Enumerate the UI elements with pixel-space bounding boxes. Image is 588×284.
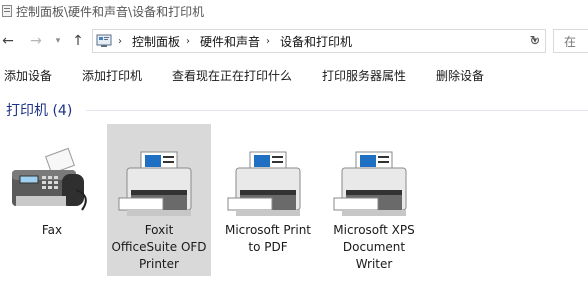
device-microsoft-xps-document-writer[interactable]: Microsoft XPS Document Writer	[322, 124, 426, 276]
printer-icon	[118, 151, 192, 216]
see-whats-printing-button[interactable]: 查看现在正在打印什么	[172, 67, 292, 84]
fax-icon	[12, 147, 87, 211]
add-printer-button[interactable]: 添加打印机	[82, 67, 142, 84]
breadcrumb-separator-icon[interactable]: ›	[186, 36, 190, 47]
breadcrumb-hardware-sound[interactable]: 硬件和声音	[200, 33, 260, 50]
command-bar: 添加设备 添加打印机 查看现在正在打印什么 打印服务器属性 删除设备	[0, 60, 588, 90]
address-bar[interactable]: › 控制面板 › 硬件和声音 › 设备和打印机 ▾	[92, 29, 546, 53]
printer-icon	[333, 151, 407, 216]
group-header-printers[interactable]: 打印机 (4)	[6, 100, 72, 120]
device-microsoft-print-to-pdf[interactable]: Microsoft Print to PDF	[216, 124, 320, 276]
search-input[interactable]: 在	[553, 29, 588, 53]
up-arrow-icon[interactable]: ↑	[70, 31, 86, 51]
group-divider	[86, 110, 588, 111]
breadcrumb-control-panel[interactable]: 控制面板	[132, 33, 180, 50]
printer-icon	[227, 151, 301, 216]
breadcrumb-separator-icon[interactable]: ›	[118, 36, 122, 47]
forward-arrow-icon[interactable]: →	[28, 31, 44, 51]
device-fax[interactable]: Fax	[0, 124, 104, 276]
device-label: Microsoft XPS Document Writer	[333, 223, 415, 271]
device-label: Microsoft Print to PDF	[224, 223, 312, 254]
recent-locations-chevron-icon[interactable]: ▾	[50, 31, 66, 51]
add-device-button[interactable]: 添加设备	[4, 67, 52, 84]
print-server-properties-button[interactable]: 打印服务器属性	[322, 67, 406, 84]
device-label: Foxit OfficeSuite OFD Printer	[111, 223, 207, 271]
device-foxit-ofd-printer[interactable]: Foxit OfficeSuite OFD Printer	[107, 124, 211, 276]
device-label: Fax	[41, 223, 63, 237]
breadcrumb-devices-printers[interactable]: 设备和打印机	[280, 33, 352, 50]
window-title: 控制面板\硬件和声音\设备和打印机	[16, 4, 205, 19]
remove-device-button[interactable]: 删除设备	[436, 67, 484, 84]
control-panel-icon	[96, 34, 112, 47]
navigation-bar: ← → ▾ ↑ › 控制面板 › 硬件和声音 › 设备和打印机 ▾ ↻ 在	[0, 27, 588, 55]
folder-icon	[2, 5, 12, 17]
back-arrow-icon[interactable]: ←	[0, 31, 16, 51]
title-bar: 控制面板\硬件和声音\设备和打印机	[0, 0, 588, 22]
breadcrumb-separator-icon[interactable]: ›	[266, 36, 270, 47]
refresh-icon[interactable]: ↻	[526, 31, 544, 51]
